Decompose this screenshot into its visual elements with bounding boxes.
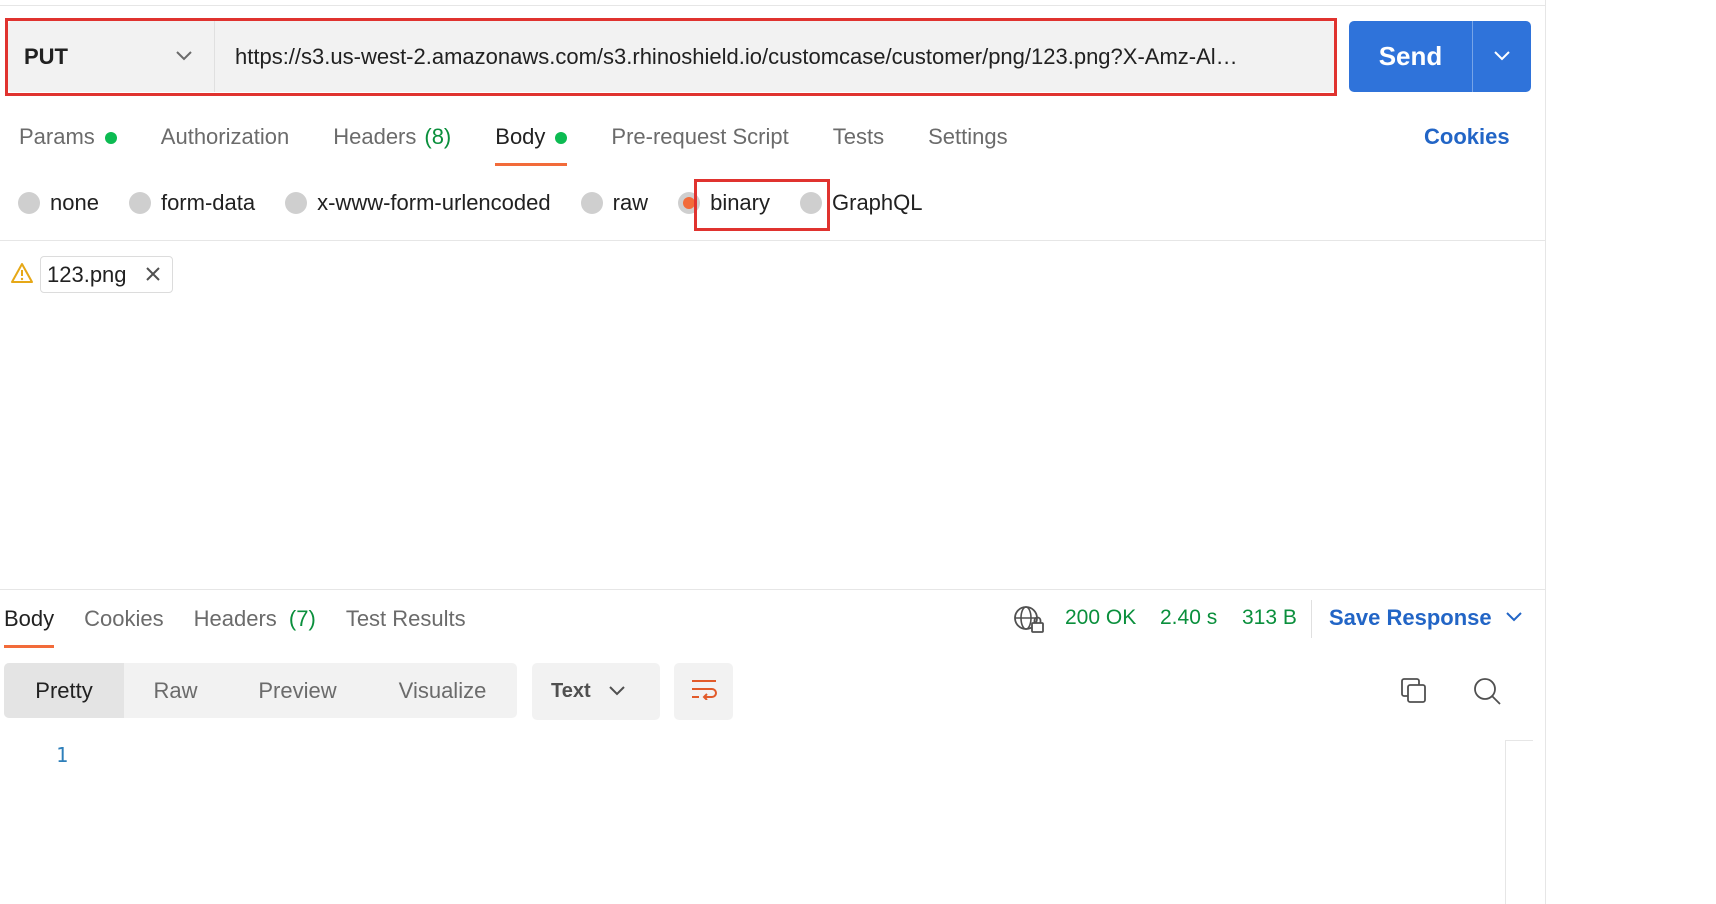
chevron-down-icon (1494, 48, 1510, 66)
body-type-radios: none form-data x-www-form-urlencoded raw… (18, 186, 953, 220)
request-bar: PUT https://s3.us-west-2.amazonaws.com/s… (8, 21, 1334, 92)
response-tab-test-results[interactable]: Test Results (346, 602, 466, 648)
view-raw-button[interactable]: Raw (124, 663, 227, 718)
vertical-divider (1311, 600, 1312, 638)
radio-label: GraphQL (832, 190, 923, 215)
tab-params[interactable]: Params (19, 118, 117, 166)
format-select[interactable]: Text (532, 663, 660, 720)
radio-circle (18, 192, 40, 214)
tab-label: Authorization (160, 124, 290, 149)
search-icon[interactable] (1472, 676, 1502, 711)
tab-label: Cookies (84, 606, 164, 631)
top-divider (0, 5, 1545, 6)
tab-label: Pre-request Script (611, 124, 789, 149)
radio-x-www-form-urlencoded[interactable]: x-www-form-urlencoded (285, 190, 551, 216)
globe-lock-icon[interactable] (1013, 605, 1045, 640)
radio-label: form-data (160, 190, 256, 215)
file-chip: 123.png (40, 256, 173, 293)
tab-pre-request-script[interactable]: Pre-request Script (611, 118, 788, 166)
response-size[interactable]: 313 B (1242, 606, 1297, 630)
view-preview-button[interactable]: Preview (227, 663, 368, 718)
radio-circle-checked (678, 192, 701, 214)
tab-authorization[interactable]: Authorization (161, 118, 289, 166)
radio-circle (800, 192, 822, 214)
tab-label: Tests (832, 124, 885, 149)
radio-raw[interactable]: raw (580, 190, 649, 216)
tab-label: Headers (333, 124, 417, 149)
radio-none[interactable]: none (18, 190, 99, 216)
headers-count: (7) (288, 606, 316, 631)
tab-headers[interactable]: Headers (8) (333, 118, 451, 166)
tab-label: Test Results (345, 606, 466, 631)
wrap-lines-button[interactable] (674, 663, 733, 720)
radio-form-data[interactable]: form-data (128, 190, 256, 216)
response-time[interactable]: 2.40 s (1160, 606, 1217, 630)
warning-icon (10, 262, 34, 289)
url-input[interactable]: https://s3.us-west-2.amazonaws.com/s3.rh… (215, 21, 1334, 92)
radio-label: x-www-form-urlencoded (317, 190, 551, 215)
request-tabs: Params Authorization Headers (8) Body Pr… (19, 118, 1052, 166)
response-divider (0, 589, 1545, 590)
url-text: https://s3.us-west-2.amazonaws.com/s3.rh… (235, 43, 1238, 69)
view-visualize-button[interactable]: Visualize (368, 663, 517, 718)
radio-circle (285, 192, 308, 214)
file-name: 123.png (47, 261, 127, 287)
wrap-lines-icon (690, 678, 718, 705)
tab-settings[interactable]: Settings (928, 118, 1008, 166)
format-label: Text (551, 680, 591, 702)
response-tab-headers[interactable]: Headers (7) (194, 602, 316, 648)
send-button-group: Send (1349, 21, 1531, 92)
response-tab-cookies[interactable]: Cookies (84, 602, 163, 648)
radio-label: raw (612, 190, 649, 215)
chevron-down-icon (1505, 609, 1522, 627)
tab-tests[interactable]: Tests (833, 118, 884, 166)
send-button[interactable]: Send (1349, 21, 1472, 92)
radio-binary[interactable]: binary (678, 190, 770, 216)
tab-label: Body (4, 606, 55, 631)
status-dot (555, 132, 568, 144)
radio-circle (580, 192, 603, 214)
scrollbar[interactable] (1505, 740, 1533, 904)
save-response-label: Save Response (1329, 605, 1492, 630)
right-divider (1545, 0, 1546, 904)
headers-count: (8) (424, 124, 452, 149)
save-response-button[interactable]: Save Response (1329, 605, 1522, 631)
tab-label: Settings (928, 124, 1008, 149)
response-tabs: Body Cookies Headers (7) Test Results (4, 602, 496, 648)
radio-graphql[interactable]: GraphQL (800, 190, 923, 216)
tab-label: Headers (193, 606, 277, 631)
tab-label: Body (495, 124, 546, 149)
radio-label: binary (710, 190, 770, 215)
status-code[interactable]: 200 OK (1065, 606, 1136, 630)
close-icon[interactable] (144, 265, 162, 288)
line-number: 1 (56, 743, 69, 767)
tab-body[interactable]: Body (495, 118, 568, 166)
status-dot (104, 132, 117, 144)
send-options-button[interactable] (1473, 21, 1531, 92)
section-divider (0, 240, 1545, 241)
copy-icon[interactable] (1399, 676, 1429, 711)
response-tab-body[interactable]: Body (4, 602, 55, 648)
radio-label: none (50, 190, 99, 215)
view-mode-group: Pretty Raw Preview Visualize (4, 663, 517, 718)
method-label: PUT (24, 43, 68, 69)
radio-circle (128, 192, 151, 214)
view-pretty-button[interactable]: Pretty (4, 663, 124, 718)
tab-label: Params (19, 124, 95, 149)
chevron-down-icon (176, 48, 192, 66)
cookies-link[interactable]: Cookies (1424, 124, 1510, 150)
chevron-down-icon (608, 683, 625, 701)
method-select[interactable]: PUT (8, 21, 215, 92)
